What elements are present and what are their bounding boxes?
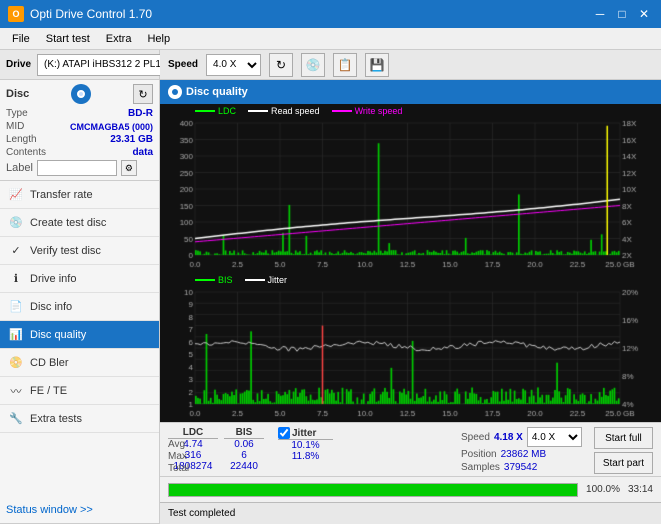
disc-type-label: Type [6,108,28,119]
legend-bis: BIS [195,275,233,285]
sidebar-item-disc-quality[interactable]: 📊 Disc quality [0,321,159,349]
jitter-stats: Jitter 10.1% 11.8% [278,427,333,462]
top-chart-canvas [160,118,650,273]
legend-read-speed: Read speed [248,106,320,116]
legend-ldc: LDC [195,106,236,116]
menu-extra[interactable]: Extra [98,31,140,47]
minimize-button[interactable]: ─ [591,5,609,23]
progress-bar-container [168,483,578,497]
progress-bar-fill [169,484,577,496]
cd-bler-icon: 📀 [8,355,24,371]
disc-icon [71,84,91,104]
status-window-nav[interactable]: Status window >> [0,496,159,524]
sidebar-item-extra-tests[interactable]: 🔧 Extra tests [0,405,159,433]
legend-write-speed: Write speed [332,106,403,116]
content-header: Speed 4.0 X ↻ 💿 📋 💾 [160,50,661,80]
chart-icon: 📈 [8,187,24,203]
nav-items: 📈 Transfer rate 💿 Create test disc ✓ Ver… [0,181,159,496]
legend-jitter: Jitter [245,275,288,285]
top-chart-wrapper: LDC Read speed Write speed [160,104,661,273]
disc-section: Disc ↻ Type BD-R MID CMCMAGBA5 (000) Len… [0,80,159,181]
time-text: 33:14 [628,484,653,495]
extra-tests-icon: 🔧 [8,411,24,427]
save-button[interactable]: 💾 [365,53,389,77]
action-buttons: Start full Start part [594,427,653,474]
disc-quality-title: Disc quality [186,86,248,98]
disc-refresh-button[interactable]: ↻ [133,84,153,104]
menu-file[interactable]: File [4,31,38,47]
jitter-checkbox[interactable] [278,427,290,439]
bottom-chart-wrapper: BIS Jitter [160,273,661,422]
disc-quality-icon-header [168,85,182,99]
stats-panel: LDC 4.74 316 1808274 BIS 0.06 6 22440 [160,422,661,478]
start-part-button[interactable]: Start part [594,452,653,474]
maximize-button[interactable]: □ [613,5,631,23]
menu-bar: File Start test Extra Help [0,28,661,50]
sidebar-item-create-test-disc[interactable]: 💿 Create test disc [0,209,159,237]
disc-action-button1[interactable]: 💿 [301,53,325,77]
disc-quality-icon: 📊 [8,327,24,343]
sidebar-item-transfer-rate[interactable]: 📈 Transfer rate [0,181,159,209]
stats-speed-dropdown[interactable]: 4.0 X [527,427,582,447]
status-bar: Test completed [160,502,661,524]
disc-label-button[interactable]: ⚙ [121,160,137,176]
speed-refresh-button[interactable]: ↻ [269,53,293,77]
menu-help[interactable]: Help [139,31,178,47]
disc-length-value: 23.31 GB [110,134,153,145]
bottom-bar: 100.0% 33:14 [160,476,661,502]
disc-action-button2[interactable]: 📋 [333,53,357,77]
title-bar-controls: ─ □ ✕ [591,5,653,23]
app-icon: O [8,6,24,22]
disc-label-field-label: Label [6,162,33,174]
sidebar-item-drive-info[interactable]: ℹ Drive info [0,265,159,293]
progress-text: 100.0% [586,484,620,495]
bottom-chart-legend: BIS Jitter [160,273,661,287]
speed-dropdown[interactable]: 4.0 X [206,54,261,76]
title-bar: O Opti Drive Control 1.70 ─ □ ✕ [0,0,661,28]
create-disc-icon: 💿 [8,215,24,231]
disc-info-icon: 📄 [8,299,24,315]
disc-length-label: Length [6,134,37,145]
sidebar-item-disc-info[interactable]: 📄 Disc info [0,293,159,321]
speed-stats: Speed 4.18 X 4.0 X Position 23862 MB Sam… [461,427,582,473]
sidebar-item-verify-test-disc[interactable]: ✓ Verify test disc [0,237,159,265]
disc-section-title: Disc [6,88,29,100]
disc-contents-label: Contents [6,147,46,158]
sidebar: Drive (K:) ATAPI iHBS312 2 PL17 ⏏ Disc ↻… [0,50,160,524]
drive-section: Drive (K:) ATAPI iHBS312 2 PL17 ⏏ [0,50,159,80]
status-window-label: Status window >> [6,504,93,516]
bis-stats: BIS 0.06 6 22440 [224,427,264,472]
top-chart-legend: LDC Read speed Write speed [160,104,661,118]
app-title: Opti Drive Control 1.70 [30,7,152,21]
sidebar-item-fe-te[interactable]: 〰 FE / TE [0,377,159,405]
drive-info-icon: ℹ [8,271,24,287]
close-button[interactable]: ✕ [635,5,653,23]
disc-contents-value: data [132,147,153,158]
row-labels: Avg Max Total [168,439,189,474]
content-area: Speed 4.0 X ↻ 💿 📋 💾 Disc quality [160,50,661,524]
chart-area: LDC Read speed Write speed [160,104,661,476]
disc-mid-value: CMCMAGBA5 (000) [70,122,153,132]
disc-label-input[interactable] [37,160,117,176]
disc-quality-header: Disc quality [160,80,661,104]
bottom-chart-canvas [160,287,650,422]
fe-te-icon: 〰 [8,383,24,399]
disc-type-value: BD-R [128,108,153,119]
status-text: Test completed [168,508,235,519]
verify-icon: ✓ [8,243,24,259]
start-full-button[interactable]: Start full [594,427,653,449]
sidebar-item-cd-bler[interactable]: 📀 CD Bler [0,349,159,377]
menu-start-test[interactable]: Start test [38,31,98,47]
disc-mid-label: MID [6,121,24,132]
drive-label: Drive [6,59,31,70]
speed-label: Speed [168,59,198,70]
